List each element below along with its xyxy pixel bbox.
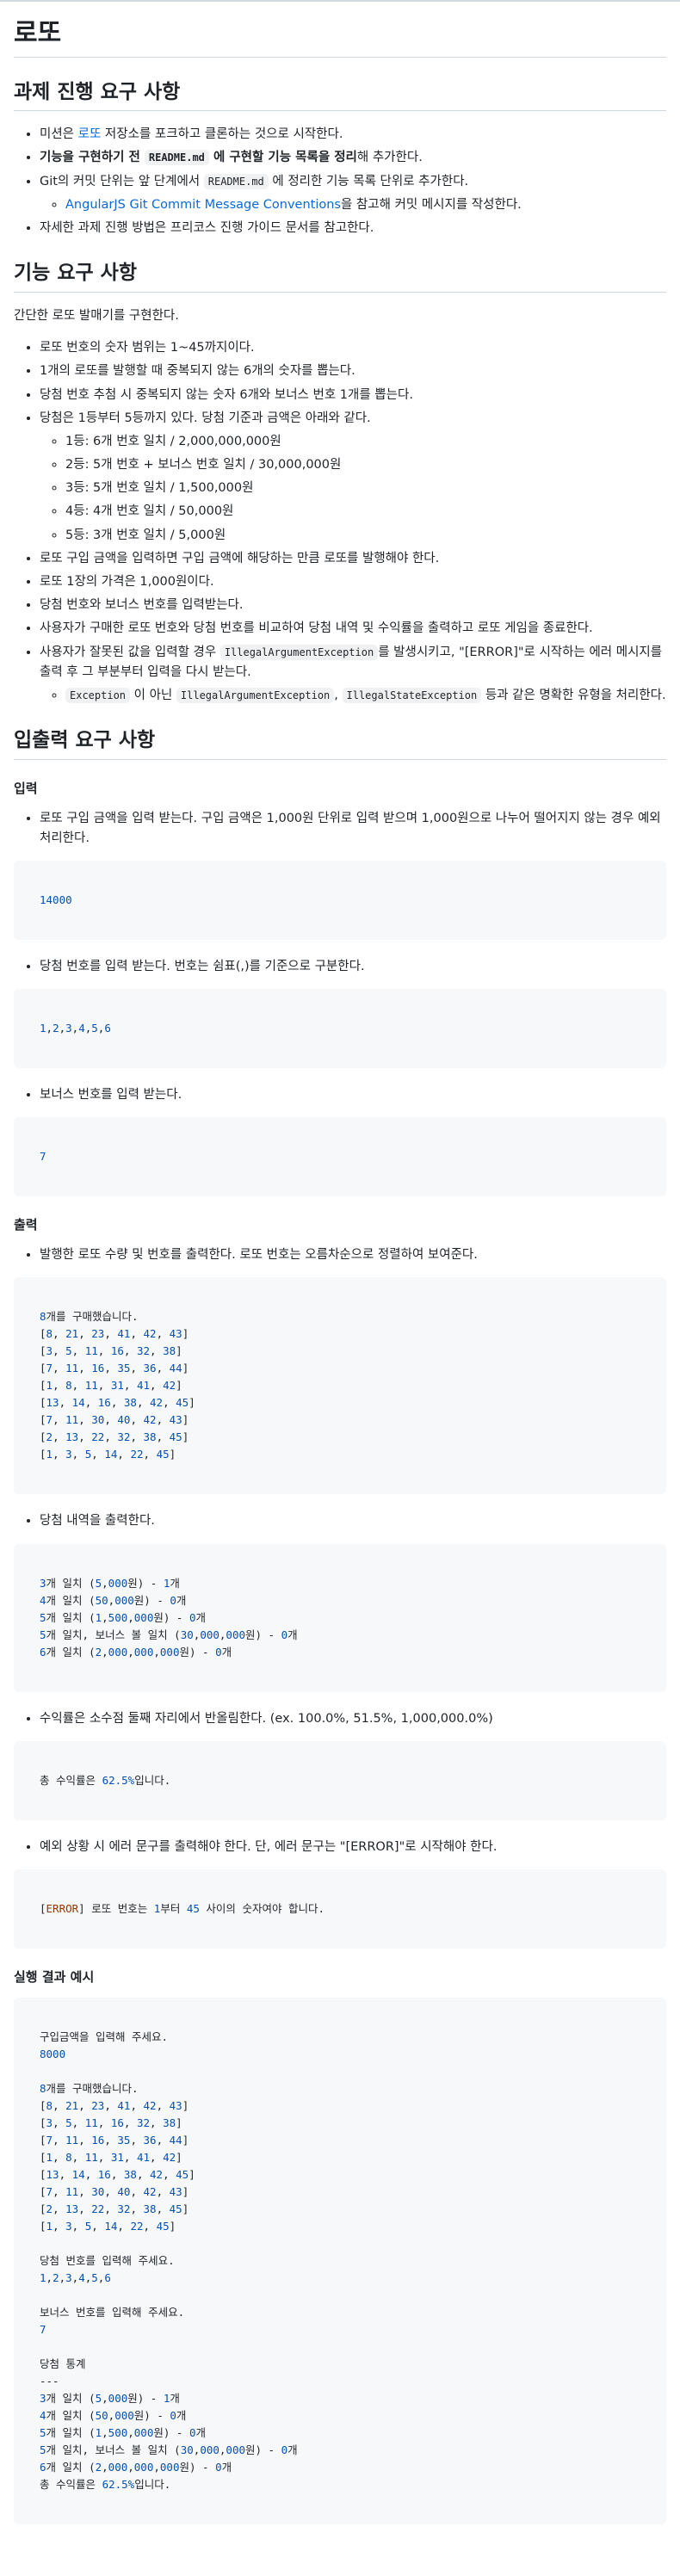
code-block: 3개 일치 (5,000원) - 1개 4개 일치 (50,000원) - 0개…	[14, 1543, 666, 1692]
code-block: 8개를 구매했습니다. [8, 21, 23, 41, 42, 43] [3, …	[14, 1277, 666, 1495]
list-item: 자세한 과제 진행 방법은 프리코스 진행 가이드 문서를 참고한다.	[40, 219, 666, 238]
list-item: Exception 이 아닌 IllegalArgumentException,…	[65, 686, 666, 706]
inline-code: README.md	[203, 173, 269, 189]
code-block: 14000	[14, 861, 666, 940]
list-item: 수익률은 소수점 둘째 자리에서 반올림한다. (ex. 100.0%, 51.…	[40, 1709, 666, 1729]
list-item: 미션은 로또 저장소를 포크하고 클론하는 것으로 시작한다.	[40, 125, 666, 145]
nested-list: AngularJS Git Commit Message Conventions…	[40, 195, 666, 215]
code-block: [ERROR] 로또 번호는 1부터 45 사이의 숫자여야 합니다.	[14, 1869, 666, 1949]
code-block: 구입금액을 입력해 주세요. 8000 8개를 구매했습니다. [8, 21, …	[14, 1997, 666, 2524]
output-heading: 출력	[14, 1217, 38, 1233]
list-item: 로또 1장의 가격은 1,000원이다.	[40, 572, 666, 592]
code-block: 총 수익률은 62.5%입니다.	[14, 1740, 666, 1820]
features-intro: 간단한 로또 발매기를 구현한다.	[14, 308, 179, 323]
output-list: 당첨 내역을 출력한다.	[14, 1511, 666, 1531]
output-list: 수익률은 소수점 둘째 자리에서 반올림한다. (ex. 100.0%, 51.…	[14, 1709, 666, 1729]
output-list: 예외 상황 시 에러 문구를 출력해야 한다. 단, 에러 문구는 "[ERRO…	[14, 1838, 666, 1857]
page-title: 로또	[14, 17, 666, 58]
list-item-text: 사용자가 잘못된 값을 입력할 경우	[40, 645, 220, 659]
progress-list: 미션은 로또 저장소를 포크하고 클론하는 것으로 시작한다. 기능을 구현하기…	[14, 125, 666, 238]
nested-list: Exception 이 아닌 IllegalArgumentException,…	[40, 686, 666, 706]
list-item: 1개의 로또를 발행할 때 중복되지 않는 6개의 숫자를 뽑는다.	[40, 361, 666, 381]
list-item: 로또 구입 금액을 입력 받는다. 구입 금액은 1,000원 단위로 입력 받…	[40, 809, 666, 849]
prize-item: 1등: 6개 번호 일치 / 2,000,000,000원	[65, 432, 666, 452]
list-item-text: Git의 커밋 단위는 앞 단계에서	[40, 174, 204, 188]
input-list: 당첨 번호를 입력 받는다. 번호는 쉼표(,)를 기준으로 구분한다.	[14, 957, 666, 977]
list-item-text: 해 추가한다.	[356, 151, 423, 165]
list-item: 당첨 번호와 보너스 번호를 입력받는다.	[40, 596, 666, 615]
list-item: AngularJS Git Commit Message Conventions…	[65, 195, 666, 215]
input-heading: 입력	[14, 780, 38, 796]
output-list: 발행한 로또 수량 및 번호를 출력한다. 로또 번호는 오름차순으로 정렬하여…	[14, 1245, 666, 1265]
inline-code: IllegalArgumentException	[219, 644, 379, 660]
code-block: 7	[14, 1117, 666, 1197]
inline-code: README.md	[144, 150, 209, 166]
readme-page: 로또 과제 진행 요구 사항 미션은 로또 저장소를 포크하고 클론하는 것으로…	[0, 0, 680, 2576]
list-item: 사용자가 잘못된 값을 입력할 경우 IllegalArgumentExcept…	[40, 643, 666, 707]
input-list: 보너스 번호를 입력 받는다.	[14, 1085, 666, 1105]
list-item-text: 미션은	[40, 127, 78, 142]
list-item-text: 을 참고해 커밋 메시지를 작성한다.	[340, 197, 522, 212]
prize-item: 5등: 3개 번호 일치 / 5,000원	[65, 526, 666, 546]
list-item-strong: 기능을 구현하기 전 README.md 에 구현할 기능 목록을 정리	[40, 150, 357, 166]
lotto-repo-link[interactable]: 로또	[78, 127, 102, 141]
prize-item: 4등: 4개 번호 일치 / 50,000원	[65, 502, 666, 522]
example-heading: 실행 결과 예시	[14, 1968, 95, 1985]
inline-code: IllegalStateException	[342, 687, 482, 703]
input-list: 로또 구입 금액을 입력 받는다. 구입 금액은 1,000원 단위로 입력 받…	[14, 809, 666, 849]
list-item: 당첨 번호를 입력 받는다. 번호는 쉼표(,)를 기준으로 구분한다.	[40, 957, 666, 977]
list-item: Git의 커밋 단위는 앞 단계에서 README.md 에 정리한 기능 목록…	[40, 172, 666, 215]
list-item-text: 당첨은 1등부터 5등까지 있다. 당첨 기준과 금액은 아래와 같다.	[40, 411, 371, 425]
list-item: 예외 상황 시 에러 문구를 출력해야 한다. 단, 에러 문구는 "[ERRO…	[40, 1838, 666, 1857]
list-item: 당첨은 1등부터 5등까지 있다. 당첨 기준과 금액은 아래와 같다. 1등:…	[40, 409, 666, 546]
list-item: 로또 구입 금액을 입력하면 구입 금액에 해당하는 만큼 로또를 발행해야 한…	[40, 549, 666, 569]
prize-item: 2등: 5개 번호 + 보너스 번호 일치 / 30,000,000원	[65, 455, 666, 475]
section-heading-io: 입출력 요구 사항	[14, 728, 666, 760]
section-heading-features: 기능 요구 사항	[14, 261, 666, 293]
features-list: 로또 번호의 숫자 범위는 1~45까지이다. 1개의 로또를 발행할 때 중복…	[14, 338, 666, 706]
list-item: 당첨 번호 추첨 시 중복되지 않는 숫자 6개와 보너스 번호 1개를 뽑는다…	[40, 386, 666, 405]
list-item: 사용자가 구매한 로또 번호와 당첨 번호를 비교하여 당첨 내역 및 수익률을…	[40, 619, 666, 639]
prize-list: 1등: 6개 번호 일치 / 2,000,000,000원 2등: 5개 번호 …	[40, 432, 666, 546]
list-item: 로또 번호의 숫자 범위는 1~45까지이다.	[40, 338, 666, 358]
inline-code: Exception	[65, 687, 131, 703]
list-item: 보너스 번호를 입력 받는다.	[40, 1085, 666, 1105]
list-item: 당첨 내역을 출력한다.	[40, 1511, 666, 1531]
prize-item: 3등: 5개 번호 일치 / 1,500,000원	[65, 479, 666, 498]
list-item-text: 에 정리한 기능 목록 단위로 추가한다.	[268, 174, 469, 188]
code-block: 1,2,3,4,5,6	[14, 989, 666, 1069]
list-item-text: 저장소를 포크하고 클론하는 것으로 시작한다.	[101, 127, 343, 142]
list-item: 발행한 로또 수량 및 번호를 출력한다. 로또 번호는 오름차순으로 정렬하여…	[40, 1245, 666, 1265]
inline-code: IllegalArgumentException	[176, 687, 335, 703]
commit-convention-link[interactable]: AngularJS Git Commit Message Conventions	[65, 198, 341, 212]
section-heading-progress: 과제 진행 요구 사항	[14, 80, 666, 112]
list-item: 기능을 구현하기 전 README.md 에 구현할 기능 목록을 정리해 추가…	[40, 148, 666, 168]
